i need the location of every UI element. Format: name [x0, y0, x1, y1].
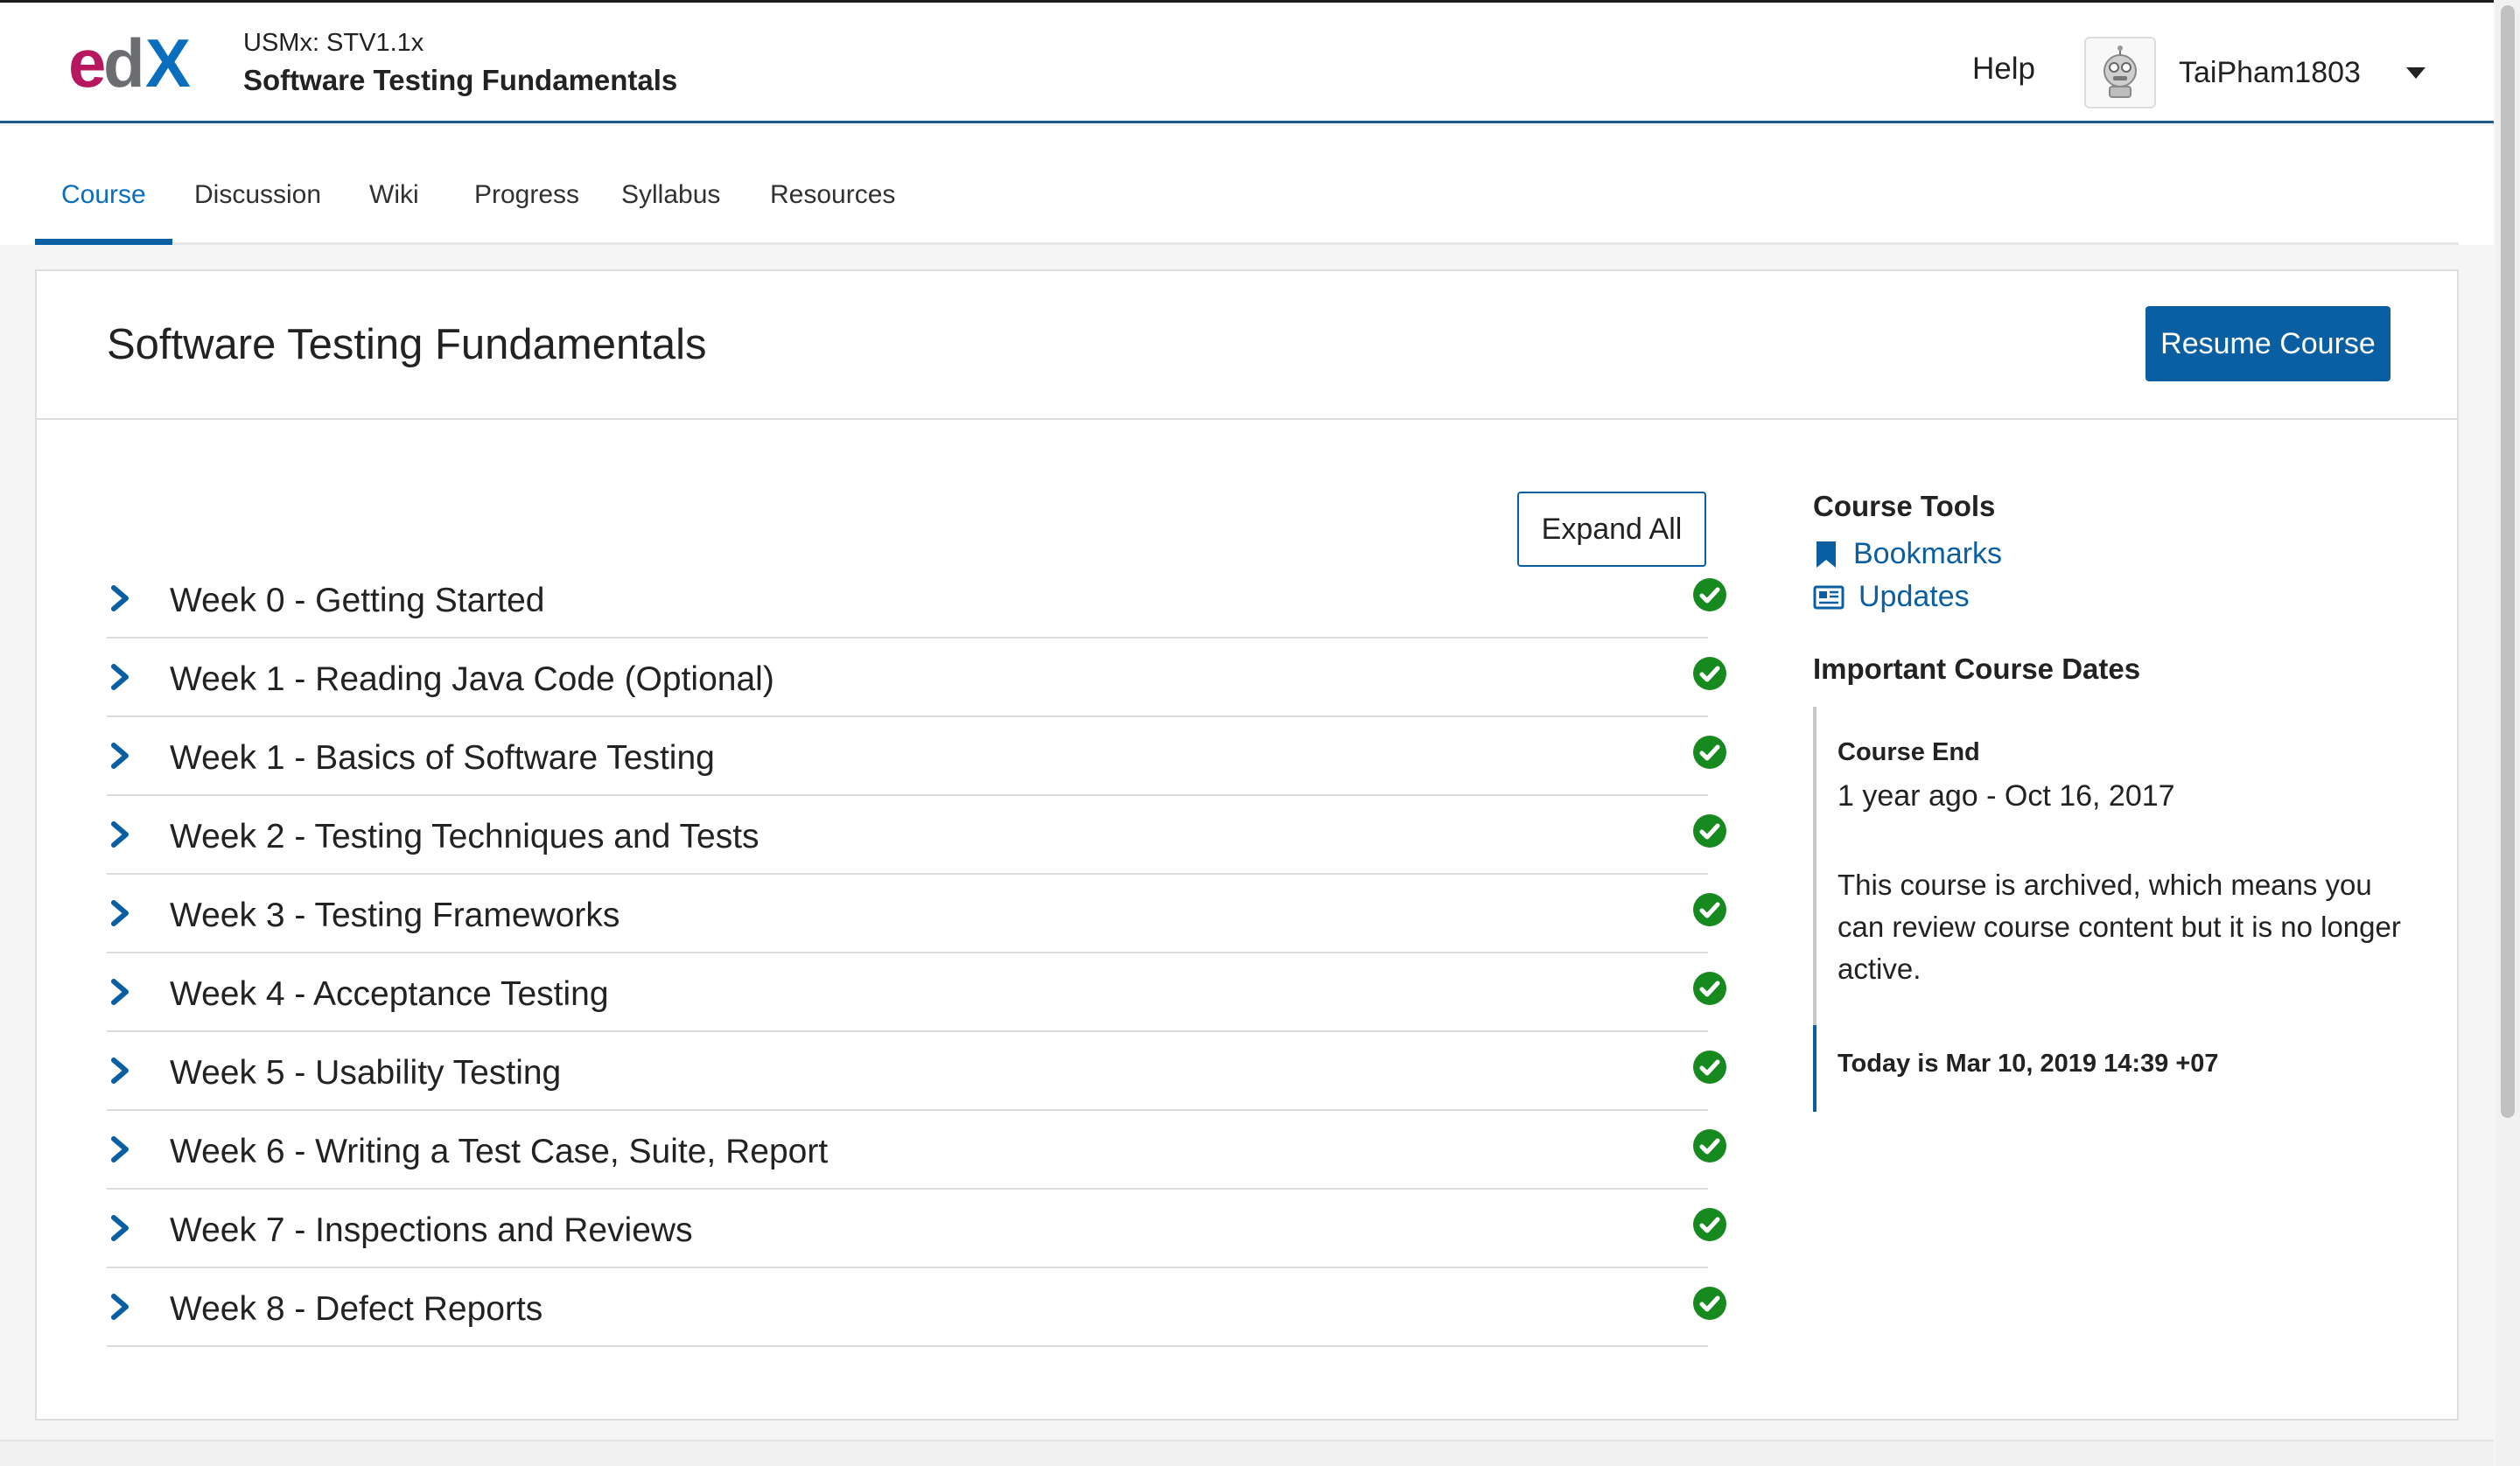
- chevron-down-icon[interactable]: [2405, 66, 2426, 79]
- check-circle-icon: [1693, 972, 1726, 1005]
- course-end-label: Course End: [1838, 738, 1980, 766]
- chevron-right-icon[interactable]: [107, 1289, 133, 1324]
- avatar[interactable]: [2084, 37, 2156, 108]
- page-footer-edge: [0, 1440, 2494, 1466]
- week-row[interactable]: Week 1 - Reading Java Code (Optional): [107, 639, 1726, 717]
- course-outline-card: Software Testing Fundamentals Resume Cou…: [35, 269, 2459, 1421]
- week-title[interactable]: Week 8 - Defect Reports: [170, 1290, 542, 1329]
- check-circle-icon: [1693, 657, 1726, 690]
- user-menu[interactable]: TaiPham1803: [2084, 36, 2426, 109]
- newspaper-icon: [1813, 585, 1844, 609]
- tab-resources[interactable]: Resources: [744, 126, 921, 245]
- check-circle-icon: [1693, 736, 1726, 769]
- week-title[interactable]: Week 3 - Testing Frameworks: [170, 897, 620, 935]
- course-end-date: 1 year ago - Oct 16, 2017: [1838, 779, 2175, 813]
- chevron-right-icon[interactable]: [107, 974, 133, 1009]
- updates-link[interactable]: Updates: [1813, 580, 2426, 614]
- week-row[interactable]: Week 3 - Testing Frameworks: [107, 875, 1726, 953]
- tab-progress[interactable]: Progress: [448, 126, 606, 245]
- global-header: e d X USMx: STV1.1x Software Testing Fun…: [0, 0, 2494, 123]
- chevron-right-icon[interactable]: [107, 738, 133, 773]
- course-name: Software Testing Fundamentals: [243, 64, 678, 96]
- week-title[interactable]: Week 1 - Reading Java Code (Optional): [170, 660, 774, 699]
- week-title[interactable]: Week 4 - Acceptance Testing: [170, 975, 609, 1014]
- check-circle-icon: [1693, 1208, 1726, 1241]
- week-row[interactable]: Week 8 - Defect Reports: [107, 1268, 1726, 1347]
- important-dates-heading: Important Course Dates: [1813, 653, 2141, 685]
- check-circle-icon: [1693, 578, 1726, 611]
- tab-wiki[interactable]: Wiki: [343, 126, 445, 245]
- week-row[interactable]: Week 2 - Testing Techniques and Tests: [107, 796, 1726, 875]
- page-scrollbar[interactable]: [2496, 0, 2520, 1466]
- chevron-right-icon[interactable]: [107, 581, 133, 616]
- week-title[interactable]: Week 1 - Basics of Software Testing: [170, 739, 715, 778]
- bookmarks-label[interactable]: Bookmarks: [1853, 537, 2002, 571]
- course-org-number: USMx: STV1.1x: [243, 29, 424, 57]
- course-sidebar: Course Tools Bookmarks Updates Important…: [1813, 490, 2426, 1112]
- week-row[interactable]: Week 7 - Inspections and Reviews: [107, 1190, 1726, 1268]
- dates-list: Course End 1 year ago - Oct 16, 2017 Thi…: [1813, 707, 2426, 1112]
- tab-course[interactable]: Course: [35, 126, 172, 245]
- chevron-right-icon[interactable]: [107, 660, 133, 695]
- archived-notice: This course is archived, which means you…: [1838, 869, 2401, 985]
- updates-label[interactable]: Updates: [1858, 580, 1970, 614]
- week-row[interactable]: Week 0 - Getting Started: [107, 560, 1726, 639]
- svg-text:d: d: [103, 29, 145, 99]
- tab-syllabus[interactable]: Syllabus: [595, 126, 746, 245]
- username[interactable]: TaiPham1803: [2179, 56, 2361, 90]
- robot-avatar-icon: [2104, 45, 2137, 98]
- resume-course-button[interactable]: Resume Course: [2146, 306, 2390, 381]
- week-title[interactable]: Week 0 - Getting Started: [170, 582, 545, 620]
- check-circle-icon: [1693, 814, 1726, 848]
- week-title[interactable]: Week 7 - Inspections and Reviews: [170, 1211, 693, 1250]
- page-title: Software Testing Fundamentals: [107, 321, 707, 368]
- tab-discussion[interactable]: Discussion: [168, 126, 347, 245]
- help-link[interactable]: Help: [1972, 52, 2035, 87]
- chevron-right-icon[interactable]: [107, 1132, 133, 1167]
- check-circle-icon: [1693, 1287, 1726, 1320]
- course-tools-heading: Course Tools: [1813, 490, 1996, 522]
- edx-logo[interactable]: e d X: [68, 29, 210, 99]
- svg-text:X: X: [145, 29, 191, 99]
- week-title[interactable]: Week 6 - Writing a Test Case, Suite, Rep…: [170, 1133, 828, 1171]
- check-circle-icon: [1693, 893, 1726, 926]
- check-circle-icon: [1693, 1051, 1726, 1084]
- bookmarks-link[interactable]: Bookmarks: [1813, 537, 2426, 571]
- chevron-right-icon[interactable]: [107, 1211, 133, 1246]
- chevron-right-icon[interactable]: [107, 896, 133, 931]
- week-title[interactable]: Week 5 - Usability Testing: [170, 1054, 561, 1093]
- course-tabs: Course Discussion Wiki Progress Syllabus…: [0, 126, 2494, 245]
- today-date: Today is Mar 10, 2019 14:39 +07: [1813, 1025, 2426, 1112]
- course-outline: Week 0 - Getting Started Week 1 - Readin…: [107, 560, 1726, 1347]
- svg-text:e: e: [68, 29, 106, 99]
- week-row[interactable]: Week 1 - Basics of Software Testing: [107, 717, 1726, 796]
- expand-all-button[interactable]: Expand All: [1517, 492, 1706, 567]
- check-circle-icon: [1693, 1129, 1726, 1162]
- scrollbar-thumb[interactable]: [2501, 5, 2515, 1118]
- week-row[interactable]: Week 6 - Writing a Test Case, Suite, Rep…: [107, 1111, 1726, 1190]
- chevron-right-icon[interactable]: [107, 1053, 133, 1088]
- week-title[interactable]: Week 2 - Testing Techniques and Tests: [170, 818, 760, 856]
- week-row[interactable]: Week 5 - Usability Testing: [107, 1032, 1726, 1111]
- card-header: Software Testing Fundamentals Resume Cou…: [37, 271, 2457, 420]
- bookmark-icon: [1816, 541, 1836, 568]
- chevron-right-icon[interactable]: [107, 817, 133, 852]
- week-row[interactable]: Week 4 - Acceptance Testing: [107, 953, 1726, 1032]
